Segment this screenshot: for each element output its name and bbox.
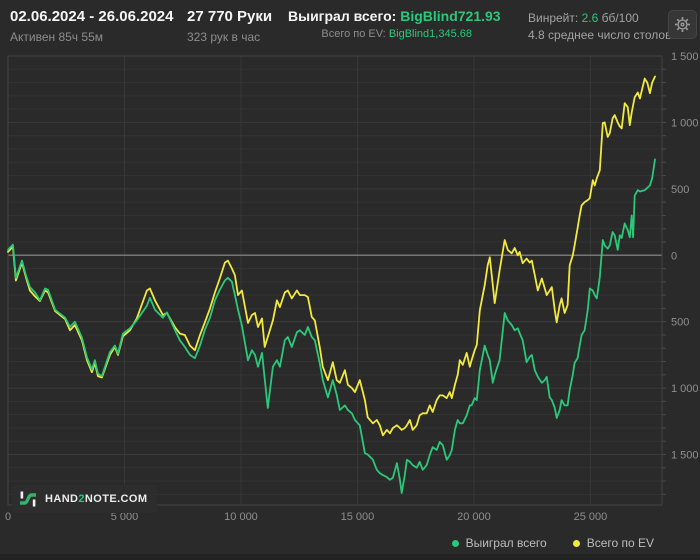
x-tick-label: 10 000 xyxy=(224,511,258,523)
hand2note-logo[interactable]: HAND2NOTE.COM xyxy=(12,485,158,513)
hand2note-logo-icon xyxy=(18,489,38,509)
legend-dot-green xyxy=(451,539,459,547)
y-tick-label: 1 500 xyxy=(671,51,699,63)
y-tick-label: 1 000 xyxy=(671,117,699,129)
legend-item-ev-total[interactable]: Всего по EV xyxy=(572,536,654,550)
logo-text-post: NOTE.COM xyxy=(84,493,148,505)
legend-label-ev-total: Всего по EV xyxy=(586,536,654,550)
logo-text-pre: HAND xyxy=(45,493,79,505)
x-tick-label: 20 000 xyxy=(457,511,491,523)
x-tick-label: 25 000 xyxy=(574,511,608,523)
y-tick-label: 500 xyxy=(671,317,689,329)
plot-border xyxy=(7,55,663,506)
winnings-chart[interactable]: 1 5001 00050005001 0001 5000 5 000 10 000 1… xyxy=(0,0,700,560)
legend-item-won-total[interactable]: Выиграл всего xyxy=(451,536,547,550)
hand2note-session-window: 02.06.2024 - 26.06.2024 Активен 85ч 55м … xyxy=(0,0,700,560)
bottom-strip xyxy=(0,554,700,560)
y-tick-label: 500 xyxy=(671,184,689,196)
y-tick-label: 1 500 xyxy=(671,450,699,462)
legend-dot-yellow xyxy=(572,539,580,547)
x-tick-label: 0 xyxy=(5,511,11,523)
grid xyxy=(8,56,666,505)
series-line-won-total xyxy=(7,158,656,494)
y-tick-label: 0 xyxy=(671,250,677,262)
chart-legend: Выиграл всего Всего по EV xyxy=(451,536,654,550)
legend-label-won-total: Выиграл всего xyxy=(465,536,547,550)
y-tick-label: 1 000 xyxy=(671,383,699,395)
x-tick-label: 15 000 xyxy=(341,511,375,523)
